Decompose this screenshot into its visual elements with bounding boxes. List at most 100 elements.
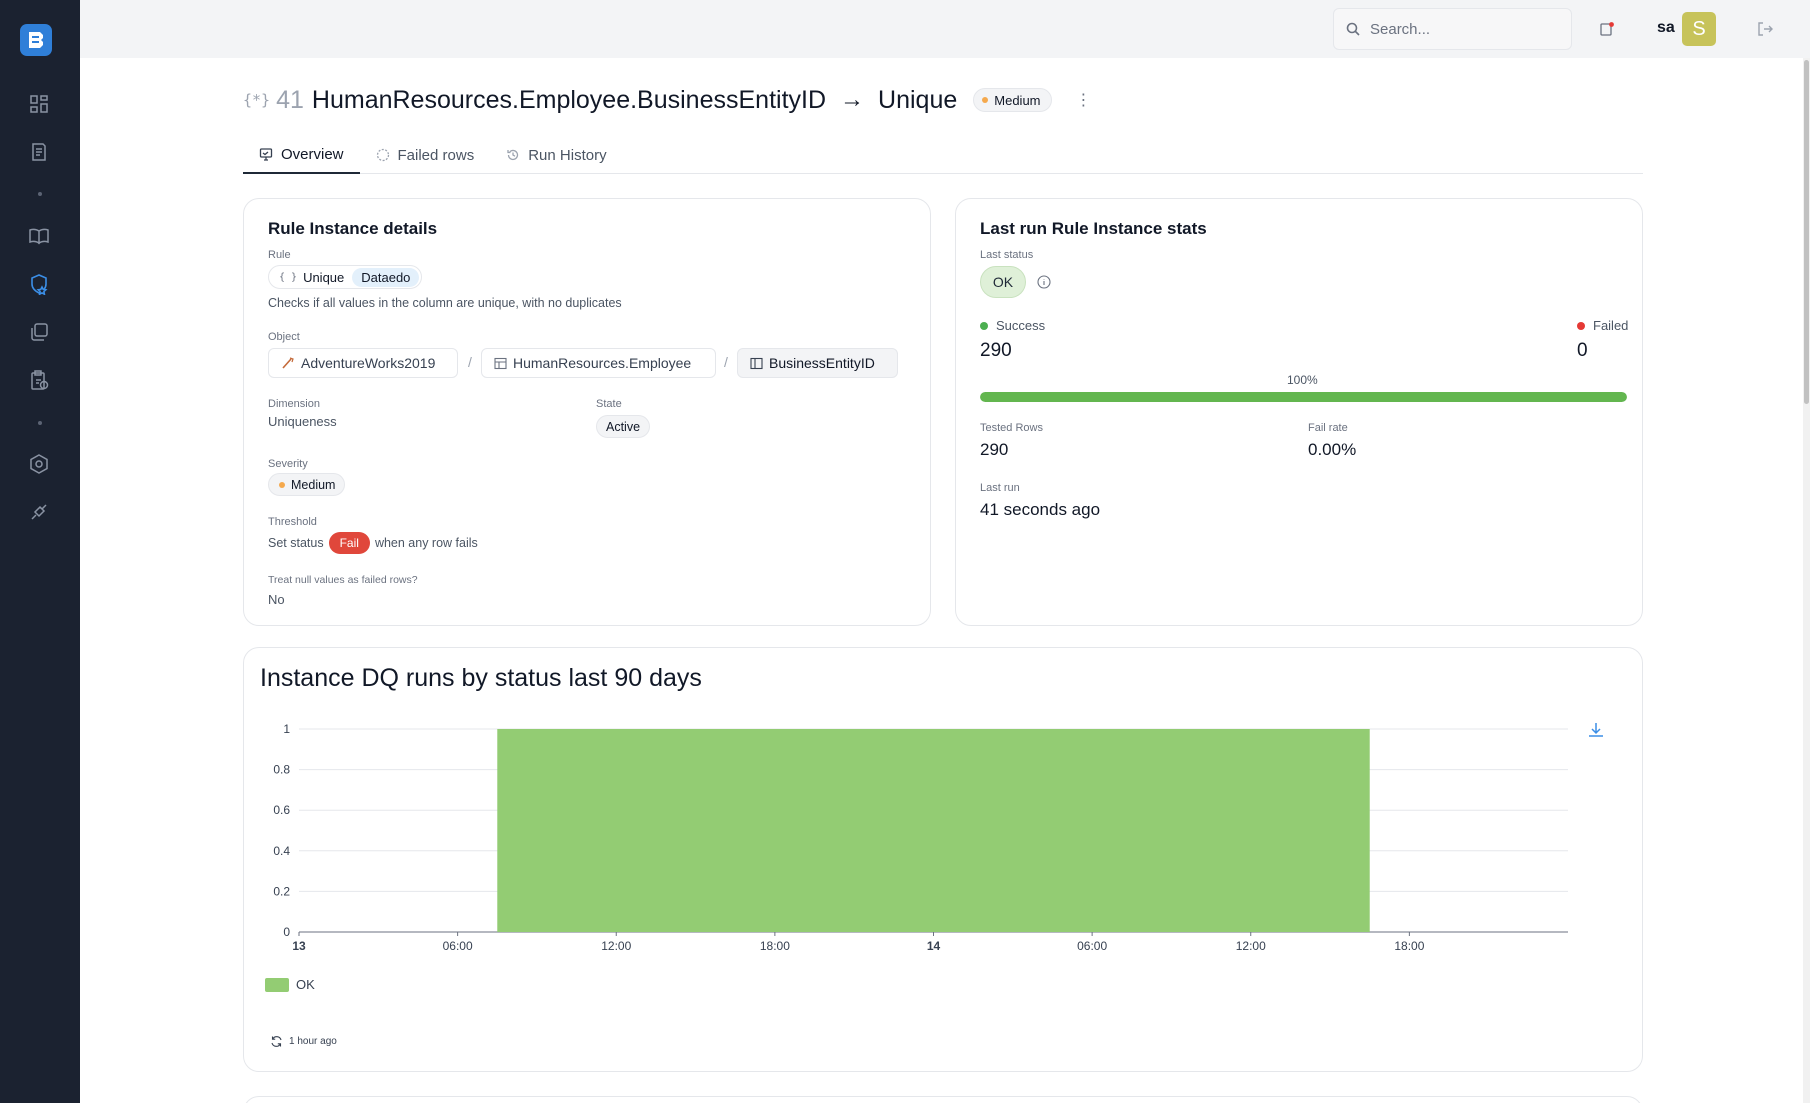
success-progress-bar <box>980 392 1627 402</box>
severity-label: Severity <box>268 458 308 470</box>
null-values-value: No <box>268 592 285 607</box>
last-status-label: Last status <box>980 249 1034 261</box>
threshold-suffix: when any row fails <box>374 536 478 550</box>
overview-icon <box>259 148 273 161</box>
tab-overview[interactable]: Overview <box>243 136 360 174</box>
rule-description: Checks if all values in the column are u… <box>268 296 622 310</box>
success-value: 290 <box>980 340 1012 361</box>
scrollbar-thumb[interactable] <box>1804 60 1809 404</box>
failed-label: Failed <box>1593 318 1629 333</box>
last-status-badge: OK <box>980 266 1026 298</box>
arrow-right-icon: → <box>840 86 865 113</box>
table-icon <box>494 357 507 369</box>
failed-legend: Failed <box>1577 318 1628 333</box>
refresh-icon <box>271 1036 282 1047</box>
object-table: HumanResources.Employee <box>513 355 692 371</box>
instance-id: 41 <box>276 85 304 114</box>
x-tick-label: 18:00 <box>760 939 790 953</box>
history-icon <box>507 149 519 161</box>
object-database-chip[interactable]: AdventureWorks2019 <box>268 348 458 378</box>
page-header: {*} 41 HumanResources.Employee.BusinessE… <box>243 82 1092 118</box>
last-run-label: Last run <box>980 482 1020 494</box>
severity-dot-icon <box>982 97 989 103</box>
card-title: Rule Instance details <box>268 219 438 238</box>
data-quality-icon[interactable] <box>27 272 51 296</box>
settings-hexagon-icon[interactable] <box>27 452 51 476</box>
catalog-icon[interactable] <box>27 140 51 164</box>
info-icon[interactable] <box>1037 275 1051 294</box>
severity-value: Medium <box>291 477 336 492</box>
last-run-value: 41 seconds ago <box>980 500 1101 519</box>
path-separator: / <box>468 354 472 370</box>
logout-icon[interactable] <box>1756 20 1774 38</box>
success-percent: 100% <box>1287 373 1318 387</box>
page-scrollbar[interactable] <box>1803 58 1810 1103</box>
sidebar <box>0 0 80 1103</box>
rule-instance-icon: {*} <box>243 91 271 109</box>
tab-label: Run History <box>528 146 607 164</box>
rule-label: Rule <box>268 249 291 261</box>
nav-separator-dot <box>38 192 42 196</box>
legend-ok-swatch[interactable] <box>265 978 289 992</box>
page-title: HumanResources.Employee.BusinessEntityID <box>311 85 827 114</box>
rule-name: Unique <box>303 269 345 285</box>
success-progress-fill <box>980 392 1627 402</box>
fail-rate-value: 0.00% <box>1308 440 1357 459</box>
object-database: AdventureWorks2019 <box>301 355 436 371</box>
state-label: State <box>596 398 622 410</box>
refresh-label: 1 hour ago <box>289 1036 337 1047</box>
severity-badge-label: Medium <box>994 92 1041 108</box>
threshold-row: Set status Fail when any row fails <box>268 531 478 555</box>
state-badge: Active <box>596 415 651 438</box>
refresh-status[interactable]: 1 hour ago <box>270 1035 337 1048</box>
y-tick-label: 1 <box>283 722 290 736</box>
legend-ok-label[interactable]: OK <box>296 977 315 992</box>
object-label: Object <box>268 331 300 343</box>
y-tick-label: 0.4 <box>273 844 290 858</box>
y-tick-label: 0.2 <box>273 884 290 898</box>
x-tick-label: 18:00 <box>1394 939 1424 953</box>
book-icon[interactable] <box>27 224 51 248</box>
clipboard-check-icon[interactable] <box>27 368 51 392</box>
rule-instance-details-card <box>243 198 931 626</box>
dimension-value: Uniqueness <box>268 414 337 429</box>
success-dot-icon <box>980 321 988 330</box>
files-icon[interactable] <box>27 320 51 344</box>
dashboard-icon[interactable] <box>27 92 51 116</box>
card-title: Last run Rule Instance stats <box>980 219 1207 238</box>
rule-icon: { } <box>279 271 298 283</box>
rule-chip[interactable]: { } Unique Dataedo <box>268 265 423 289</box>
search-icon <box>1346 22 1360 36</box>
y-tick-label: 0 <box>283 925 290 939</box>
app-logo[interactable] <box>20 24 52 56</box>
threshold-label: Threshold <box>268 516 317 528</box>
next-section-card <box>243 1096 1643 1103</box>
fail-rate-label: Fail rate <box>1308 422 1348 434</box>
threshold-status-badge: Fail <box>328 532 370 554</box>
nav-separator-dot <box>38 421 42 425</box>
object-column: BusinessEntityID <box>769 355 875 371</box>
search-box[interactable] <box>1333 8 1572 50</box>
connector-icon[interactable] <box>27 500 51 524</box>
object-table-chip[interactable]: HumanResources.Employee <box>481 348 716 378</box>
dq-runs-chart: 0 0.2 0.4 0.6 0.8 1 13 06:00 12:00 18:00 14 06:00 12… <box>273 722 1568 953</box>
tab-failed-rows[interactable]: Failed rows <box>360 136 491 174</box>
severity-badge: Medium <box>973 88 1052 112</box>
tab-label: Failed rows <box>397 146 475 164</box>
tab-run-history[interactable]: Run History <box>490 136 622 174</box>
object-column-chip[interactable]: BusinessEntityID <box>737 348 898 378</box>
y-tick-label: 0.8 <box>273 763 290 777</box>
success-label: Success <box>996 318 1046 333</box>
failed-value: 0 <box>1577 340 1588 361</box>
y-tick-label: 0.6 <box>273 803 290 817</box>
null-values-label: Treat null values as failed rows? <box>268 574 418 586</box>
search-input[interactable] <box>1370 20 1550 38</box>
user-name[interactable]: sa <box>1657 19 1675 37</box>
series-area-ok <box>497 729 1370 932</box>
severity-chip: Medium <box>268 473 346 496</box>
x-tick-label: 12:00 <box>1236 939 1266 953</box>
avatar[interactable]: S <box>1682 12 1716 46</box>
rule-source-badge: Dataedo <box>352 267 420 287</box>
notification-bell-icon[interactable] <box>1598 20 1616 38</box>
more-options-icon[interactable]: ⋮ <box>1076 90 1092 110</box>
